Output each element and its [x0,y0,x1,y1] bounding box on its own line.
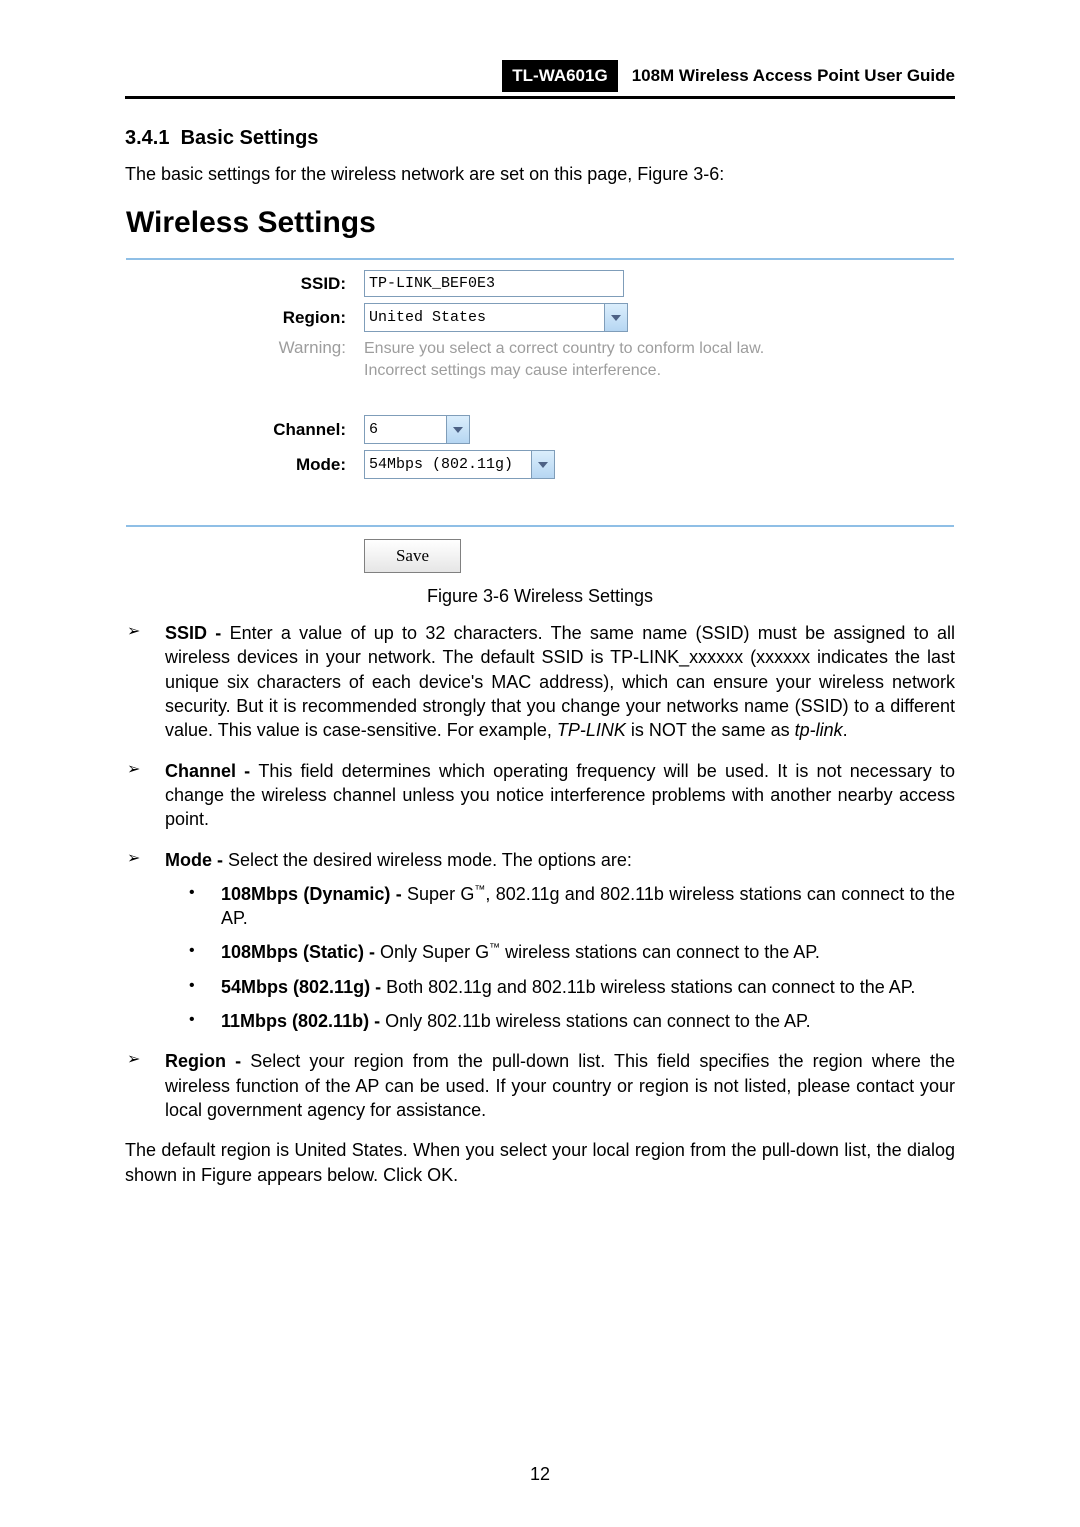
warning-label: Warning: [126,338,364,358]
description-list: SSID - Enter a value of up to 32 charact… [125,621,955,1122]
bullet-ssid-text2: is NOT the same as [626,720,795,740]
mode-option-label: 54Mbps (802.11g) - [221,977,386,997]
chevron-down-icon [604,304,627,331]
chevron-down-icon [531,451,554,478]
bullet-mode: Mode - Select the desired wireless mode.… [125,848,955,1034]
bullet-channel-label: Channel - [165,761,258,781]
ssid-input[interactable] [364,270,624,297]
warning-text: Ensure you select a correct country to c… [364,338,804,381]
figure-caption: Figure 3-6 Wireless Settings [125,586,955,607]
bullet-ssid-text3: . [843,720,848,740]
bullet-channel-text: This field determines which operating fr… [165,761,955,830]
intro-paragraph: The basic settings for the wireless netw… [125,164,955,185]
mode-select[interactable]: 54Mbps (802.11g) [364,450,555,479]
mode-options-list: 108Mbps (Dynamic) - Super G™, 802.11g an… [185,882,955,1033]
mode-option-dynamic: 108Mbps (Dynamic) - Super G™, 802.11g an… [185,882,955,931]
bullet-channel: Channel - This field determines which op… [125,759,955,832]
save-button[interactable]: Save [364,539,461,573]
channel-label: Channel: [126,420,364,440]
mode-option-label: 108Mbps (Static) - [221,942,380,962]
mode-value: 54Mbps (802.11g) [369,456,513,473]
header-rule [125,96,955,99]
mode-option-prefix: Super G [407,884,474,904]
mode-option-label: 108Mbps (Dynamic) - [221,884,407,904]
tm-icon: ™ [474,884,485,896]
figure-rule-top [126,258,954,260]
region-select[interactable]: United States [364,303,628,332]
mode-option-label: 11Mbps (802.11b) - [221,1011,385,1031]
bullet-region-text: Select your region from the pull-down li… [165,1051,955,1120]
bullet-mode-label: Mode - [165,850,228,870]
ssid-label: SSID: [126,274,364,294]
bullet-ssid-italic1: TP-LINK [557,720,626,740]
bullet-ssid-label: SSID - [165,623,230,643]
mode-option-prefix: Only Super G [380,942,489,962]
bullet-ssid-italic2: tp-link [795,720,843,740]
section-number: 3.4.1 [125,127,169,149]
region-label: Region: [126,308,364,328]
figure-title: Wireless Settings [126,206,954,240]
mode-option-11m: 11Mbps (802.11b) - Only 802.11b wireless… [185,1009,955,1033]
bullet-region: Region - Select your region from the pul… [125,1049,955,1122]
header-model: TL-WA601G [502,60,617,92]
mode-label: Mode: [126,455,364,475]
figure-wireless-settings: Wireless Settings SSID: Region: United S… [125,203,955,574]
mode-option-54m: 54Mbps (802.11g) - Both 802.11g and 802.… [185,975,955,999]
bullet-mode-text: Select the desired wireless mode. The op… [228,850,632,870]
bullet-region-label: Region - [165,1051,250,1071]
channel-value: 6 [369,421,378,438]
header: TL-WA601G 108M Wireless Access Point Use… [125,60,955,92]
tm-icon: ™ [489,942,500,954]
mode-option-tail: wireless stations can connect to the AP. [500,942,820,962]
section-heading: 3.4.1 Basic Settings [125,127,955,150]
mode-option-text: Only 802.11b wireless stations can conne… [385,1011,811,1031]
mode-option-text: Both 802.11g and 802.11b wireless statio… [386,977,915,997]
figure-rule-bottom [126,525,954,527]
bullet-ssid: SSID - Enter a value of up to 32 charact… [125,621,955,742]
header-title: 108M Wireless Access Point User Guide [618,60,955,92]
section-title-text: Basic Settings [181,127,319,149]
mode-option-static: 108Mbps (Static) - Only Super G™ wireles… [185,940,955,964]
chevron-down-icon [446,416,469,443]
page-number: 12 [0,1464,1080,1485]
region-value: United States [369,309,486,326]
channel-select[interactable]: 6 [364,415,470,444]
closing-paragraph: The default region is United States. Whe… [125,1138,955,1187]
